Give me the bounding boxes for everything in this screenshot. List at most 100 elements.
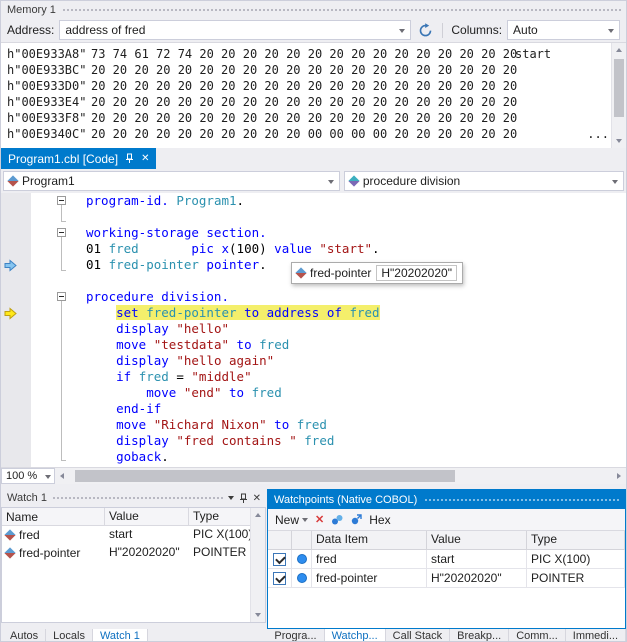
- chevron-down-icon: [302, 518, 308, 522]
- editor-hscrollbar[interactable]: [55, 468, 626, 484]
- breakpoint-margin[interactable]: [1, 193, 31, 467]
- tab-call-stack[interactable]: Call Stack: [386, 629, 451, 642]
- memory-ascii: start: [515, 46, 626, 62]
- tab-breakp[interactable]: Breakp...: [450, 629, 509, 642]
- code-line[interactable]: end-if: [86, 401, 626, 417]
- scroll-down-icon[interactable]: [251, 608, 265, 622]
- scroll-down-icon[interactable]: [612, 134, 626, 148]
- code-line[interactable]: display "fred contains " fred: [86, 433, 626, 449]
- watchpoint-value-cell: start: [427, 550, 527, 569]
- memory-title-bar[interactable]: Memory 1: [1, 1, 626, 18]
- refresh-icon[interactable]: [416, 21, 434, 39]
- code-line[interactable]: move "end" to fred: [86, 385, 626, 401]
- column-header-type[interactable]: Type: [527, 531, 625, 550]
- address-value: address of fred: [65, 23, 145, 37]
- scope-combobox[interactable]: Program1: [3, 171, 340, 191]
- tab-autos[interactable]: Autos: [3, 629, 46, 642]
- data-item-icon: [295, 267, 306, 278]
- code-line[interactable]: 01 fred pic x(100) value "start".: [86, 241, 626, 257]
- memory-row[interactable]: h"00E933E4"20 20 20 20 20 20 20 20 20 20…: [1, 94, 626, 110]
- delete-watchpoint-icon[interactable]: ✕: [315, 513, 324, 526]
- fold-collapse-icon[interactable]: [57, 228, 66, 237]
- columns-value: Auto: [513, 23, 538, 37]
- memory-row[interactable]: h"00E933D0"20 20 20 20 20 20 20 20 20 20…: [1, 78, 626, 94]
- scroll-up-icon[interactable]: [251, 508, 265, 522]
- scope-value: Program1: [22, 174, 75, 188]
- code-line[interactable]: if fred = "middle": [86, 369, 626, 385]
- tab-progra[interactable]: Progra...: [267, 629, 324, 642]
- toggle-watchpoint-icon[interactable]: [350, 514, 362, 526]
- watch-type-cell: POINTER: [189, 544, 250, 562]
- fold-collapse-icon[interactable]: [57, 292, 66, 301]
- zoom-combobox[interactable]: 100 %: [1, 468, 55, 484]
- scroll-right-icon[interactable]: [612, 469, 626, 483]
- watch-scrollbar[interactable]: [250, 508, 265, 622]
- tab-comm[interactable]: Comm...: [509, 629, 566, 642]
- code-line[interactable]: set fred-pointer to address of fred: [86, 305, 626, 321]
- watchpoints-grid[interactable]: Data Item Value Type fredstartPIC X(100)…: [268, 531, 625, 628]
- code-line[interactable]: [86, 209, 626, 225]
- code-line[interactable]: move "testdata" to fred: [86, 337, 626, 353]
- new-watchpoint-button[interactable]: New: [275, 513, 308, 527]
- tab-program1-cbl[interactable]: Program1.cbl [Code] ✕: [1, 148, 156, 169]
- watch-value-cell: start: [105, 526, 189, 544]
- fold-collapse-icon[interactable]: [57, 196, 66, 205]
- watchpoints-view-icon[interactable]: [331, 514, 343, 526]
- column-header-data-item[interactable]: Data Item: [312, 531, 427, 550]
- tab-watchp[interactable]: Watchp...: [325, 629, 386, 642]
- scrollbar-thumb[interactable]: [614, 59, 624, 117]
- columns-label: Columns:: [451, 23, 502, 37]
- scroll-left-icon[interactable]: [55, 469, 69, 483]
- window-menu-icon[interactable]: [228, 496, 234, 500]
- column-header-type[interactable]: Type: [189, 508, 250, 525]
- drag-handle: [62, 8, 621, 13]
- code-line[interactable]: program-id. Program1.: [86, 193, 626, 209]
- column-header-value[interactable]: Value: [105, 508, 189, 525]
- code-line[interactable]: procedure division.: [86, 289, 626, 305]
- watch-row[interactable]: fred-pointerH"20202020"POINTER: [2, 544, 250, 562]
- close-icon[interactable]: ✕: [141, 153, 149, 164]
- watchpoint-row[interactable]: fredstartPIC X(100): [268, 550, 625, 569]
- memory-bytes: 20 20 20 20 20 20 20 20 20 20 20 20 20 2…: [91, 94, 515, 110]
- member-combobox[interactable]: procedure division: [344, 171, 624, 191]
- watch-value-cell: H"20202020": [105, 544, 189, 562]
- member-value: procedure division: [363, 174, 460, 188]
- watchpoint-row[interactable]: fred-pointerH"20202020"POINTER: [268, 569, 625, 588]
- chevron-down-icon: [45, 475, 51, 479]
- code-line[interactable]: working-storage section.: [86, 225, 626, 241]
- watch-title-bar[interactable]: Watch 1 ✕: [1, 489, 266, 507]
- code-line[interactable]: display "hello": [86, 321, 626, 337]
- tab-locals[interactable]: Locals: [46, 629, 93, 642]
- watchpoint-checkbox[interactable]: [273, 572, 286, 585]
- tab-immedi[interactable]: Immedi...: [566, 629, 626, 642]
- memory-grid[interactable]: h"00E933A8"73 74 61 72 74 20 20 20 20 20…: [1, 43, 626, 148]
- close-icon[interactable]: ✕: [253, 493, 261, 504]
- hex-toggle-button[interactable]: Hex: [369, 513, 390, 527]
- watchpoint-checkbox[interactable]: [273, 553, 286, 566]
- memory-address: h"00E933D0": [1, 78, 91, 94]
- watch-row[interactable]: fredstartPIC X(100): [2, 526, 250, 544]
- zoom-value: 100 %: [6, 470, 37, 482]
- tab-watch-1[interactable]: Watch 1: [93, 629, 148, 642]
- memory-toolbar: Address: address of fred Columns: Auto: [1, 18, 626, 43]
- pin-icon[interactable]: [125, 153, 134, 164]
- column-header-name[interactable]: Name: [2, 508, 105, 525]
- watch-grid[interactable]: Name Value Type fredstartPIC X(100)fred-…: [2, 508, 250, 622]
- scrollbar-thumb[interactable]: [75, 470, 455, 482]
- memory-bytes: 20 20 20 20 20 20 20 20 20 20 20 20 20 2…: [91, 62, 515, 78]
- memory-row[interactable]: h"00E933A8"73 74 61 72 74 20 20 20 20 20…: [1, 46, 626, 62]
- columns-combobox[interactable]: Auto: [507, 20, 620, 40]
- code-line[interactable]: goback.: [86, 449, 626, 465]
- code-line[interactable]: display "hello again": [86, 353, 626, 369]
- code-editor[interactable]: program-id. Program1. working-storage sec…: [1, 193, 626, 467]
- address-combobox[interactable]: address of fred: [59, 20, 411, 40]
- scroll-up-icon[interactable]: [612, 43, 626, 57]
- watchpoints-title-bar[interactable]: Watchpoints (Native COBOL): [268, 490, 625, 509]
- memory-row[interactable]: h"00E933F8"20 20 20 20 20 20 20 20 20 20…: [1, 110, 626, 126]
- memory-scrollbar[interactable]: [611, 43, 626, 148]
- memory-row[interactable]: h"00E933BC"20 20 20 20 20 20 20 20 20 20…: [1, 62, 626, 78]
- pin-icon[interactable]: [239, 493, 248, 504]
- code-line[interactable]: move "Richard Nixon" to fred: [86, 417, 626, 433]
- memory-row[interactable]: h"00E9340C"20 20 20 20 20 20 20 20 20 20…: [1, 126, 626, 142]
- column-header-value[interactable]: Value: [427, 531, 527, 550]
